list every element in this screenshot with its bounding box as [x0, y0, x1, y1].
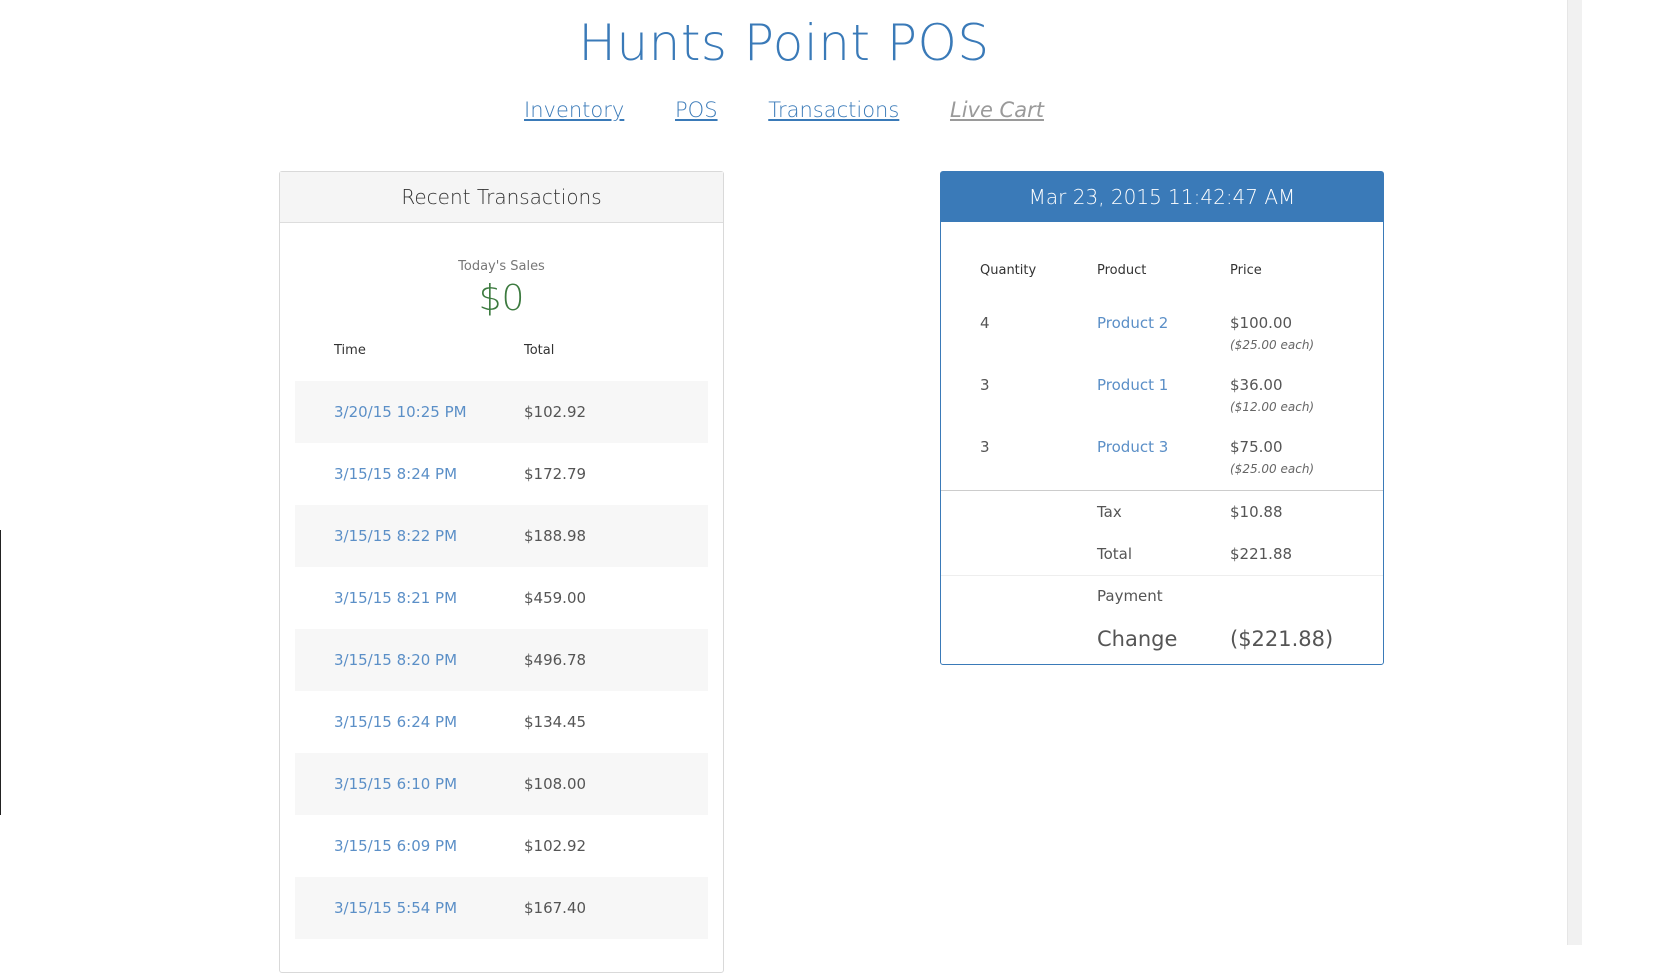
- transaction-row[interactable]: 3/15/15 8:22 PM $188.98: [295, 505, 708, 567]
- payment-label: Payment: [1097, 587, 1163, 605]
- total-value: $221.88: [1230, 545, 1293, 563]
- page-scrollbar[interactable]: [1567, 0, 1582, 945]
- transaction-row[interactable]: 3/15/15 8:20 PM $496.78: [295, 629, 708, 691]
- transaction-total: $188.98: [524, 527, 587, 545]
- transaction-time-link[interactable]: 3/15/15 6:24 PM: [334, 713, 457, 731]
- transaction-total: $172.79: [524, 465, 587, 483]
- transactions-table-header: Time Total: [280, 333, 723, 373]
- cart-item-product-link[interactable]: Product 1: [1097, 376, 1168, 394]
- col-total-header: Total: [524, 343, 555, 358]
- transaction-row[interactable]: 3/15/15 6:24 PM $134.45: [295, 691, 708, 753]
- transaction-time-link[interactable]: 3/15/15 8:24 PM: [334, 465, 457, 483]
- transaction-total: $167.40: [524, 899, 587, 917]
- cart-item-quantity: 4: [980, 314, 990, 332]
- tax-label: Tax: [1097, 503, 1122, 521]
- todays-sales-label: Today's Sales: [458, 259, 545, 274]
- main-nav: Inventory POS Transactions Live Cart: [0, 98, 1568, 122]
- live-cart-panel: Mar 23, 2015 11:42:47 AM Quantity Produc…: [940, 171, 1384, 665]
- cart-item-price: $100.00: [1230, 314, 1293, 332]
- cart-item-price: $36.00: [1230, 376, 1283, 394]
- recent-transactions-title: Recent Transactions: [280, 172, 723, 223]
- cart-item-row: 3 Product 1 $36.00 ($12.00 each): [941, 364, 1383, 426]
- transaction-total: $102.92: [524, 403, 587, 421]
- transaction-total: $102.92: [524, 837, 587, 855]
- transaction-time-link[interactable]: 3/15/15 6:10 PM: [334, 775, 457, 793]
- cart-item-product-link[interactable]: Product 2: [1097, 314, 1168, 332]
- tax-value: $10.88: [1230, 503, 1283, 521]
- transaction-row[interactable]: 3/15/15 8:24 PM $172.79: [295, 443, 708, 505]
- page-title: Hunts Point POS: [578, 14, 990, 72]
- col-price-header: Price: [1230, 263, 1262, 278]
- page-scrollbar-area: [1567, 0, 1668, 945]
- cart-item-product-link[interactable]: Product 3: [1097, 438, 1168, 456]
- transaction-row[interactable]: 3/15/15 8:21 PM $459.00: [295, 567, 708, 629]
- cart-item-unit-price: ($12.00 each): [1230, 400, 1315, 414]
- col-product-header: Product: [1097, 263, 1147, 278]
- cart-table-header: Quantity Product Price: [941, 222, 1383, 278]
- transaction-total: $134.45: [524, 713, 587, 731]
- transaction-time-link[interactable]: 3/20/15 10:25 PM: [334, 403, 467, 421]
- change-label: Change: [1097, 627, 1178, 651]
- transaction-time-link[interactable]: 3/15/15 8:21 PM: [334, 589, 457, 607]
- window-edge: [0, 530, 1, 815]
- todays-sales-value: $0: [478, 278, 525, 319]
- col-time-header: Time: [334, 343, 366, 358]
- transaction-row[interactable]: 3/15/15 6:09 PM $102.92: [295, 815, 708, 877]
- nav-pos-link[interactable]: POS: [675, 98, 718, 122]
- cart-items-list: 4 Product 2 $100.00 ($25.00 each) 3 Product 1…: [941, 302, 1383, 488]
- nav-transactions-link[interactable]: Transactions: [768, 98, 899, 122]
- transaction-row[interactable]: 3/20/15 10:25 PM $102.92: [295, 381, 708, 443]
- summary-divider: [941, 575, 1383, 576]
- nav-live-cart-link[interactable]: Live Cart: [950, 98, 1044, 122]
- transaction-time-link[interactable]: 3/15/15 6:09 PM: [334, 837, 457, 855]
- cart-item-price: $75.00: [1230, 438, 1283, 456]
- transactions-list: 3/20/15 10:25 PM $102.92 3/15/15 8:24 PM $1…: [295, 381, 708, 939]
- col-quantity-header: Quantity: [980, 263, 1037, 278]
- cart-datetime: Mar 23, 2015 11:42:47 AM: [941, 172, 1383, 222]
- transaction-time-link[interactable]: 3/15/15 8:22 PM: [334, 527, 457, 545]
- transaction-time-link[interactable]: 3/15/15 8:20 PM: [334, 651, 457, 669]
- cart-item-row: 3 Product 3 $75.00 ($25.00 each): [941, 426, 1383, 488]
- cart-item-quantity: 3: [980, 438, 990, 456]
- cart-item-unit-price: ($25.00 each): [1230, 338, 1315, 352]
- transaction-row[interactable]: 3/15/15 6:10 PM $108.00: [295, 753, 708, 815]
- cart-item-quantity: 3: [980, 376, 990, 394]
- transaction-time-link[interactable]: 3/15/15 5:54 PM: [334, 899, 457, 917]
- transaction-total: $459.00: [524, 589, 587, 607]
- recent-transactions-panel: Recent Transactions Today's Sales $0 Tim…: [279, 171, 724, 973]
- cart-item-row: 4 Product 2 $100.00 ($25.00 each): [941, 302, 1383, 364]
- change-value: ($221.88): [1230, 627, 1334, 651]
- cart-divider: [941, 490, 1383, 491]
- transaction-row[interactable]: 3/15/15 5:54 PM $167.40: [295, 877, 708, 939]
- cart-item-unit-price: ($25.00 each): [1230, 462, 1315, 476]
- transaction-total: $108.00: [524, 775, 587, 793]
- nav-inventory-link[interactable]: Inventory: [524, 98, 624, 122]
- total-label: Total: [1097, 545, 1133, 563]
- transaction-total: $496.78: [524, 651, 587, 669]
